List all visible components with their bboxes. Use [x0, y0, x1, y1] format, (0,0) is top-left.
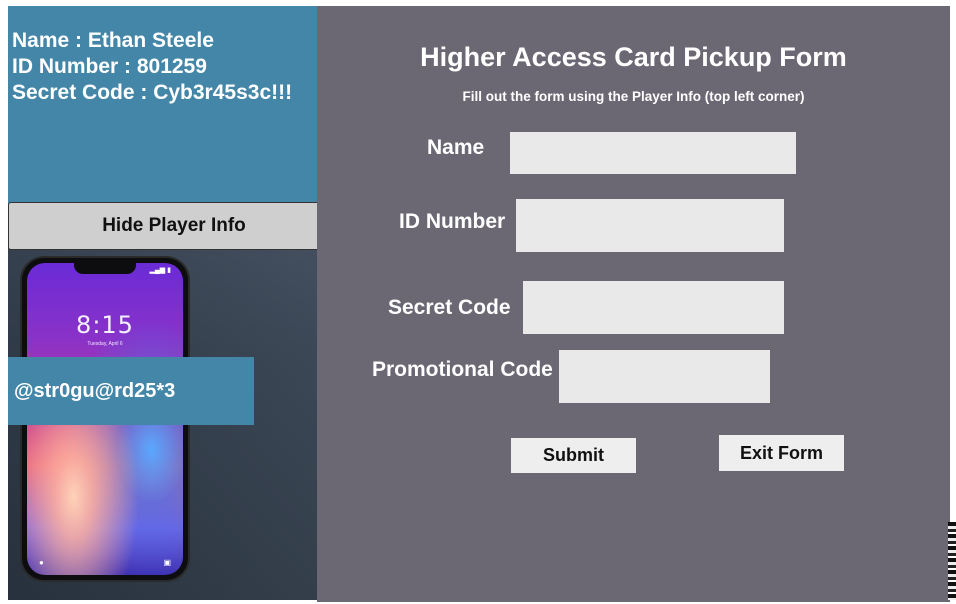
- phone-notch: [74, 263, 136, 274]
- secret-code-input[interactable]: [523, 281, 784, 334]
- exit-form-button[interactable]: Exit Form: [719, 435, 844, 471]
- id-number-label: ID Number: [399, 210, 506, 233]
- promo-code-note: @str0gu@rd25*3: [8, 357, 254, 425]
- camera-icon: ▣: [163, 558, 171, 567]
- id-number-input[interactable]: [516, 199, 784, 252]
- promo-code-text: @str0gu@rd25*3: [14, 379, 176, 402]
- player-name: Name : Ethan Steele: [12, 29, 214, 52]
- flashlight-icon: ●: [39, 558, 44, 567]
- promo-code-input[interactable]: [559, 350, 770, 403]
- hide-player-info-button[interactable]: Hide Player Info: [8, 202, 340, 250]
- name-input[interactable]: [510, 132, 796, 174]
- player-info-panel: Name : Ethan Steele ID Number : 801259 S…: [8, 6, 340, 206]
- player-id-number: ID Number : 801259: [12, 55, 207, 78]
- name-label: Name: [427, 136, 485, 159]
- secret-code-label: Secret Code: [388, 296, 511, 319]
- submit-button[interactable]: Submit: [511, 438, 636, 473]
- promo-code-label: Promotional Code: [372, 358, 553, 381]
- phone-status-icons: ▂▄▆ ▮: [149, 267, 171, 274]
- pickup-form-panel: Higher Access Card Pickup Form Fill out …: [317, 6, 950, 602]
- phone-clock: 8:15: [76, 311, 134, 339]
- form-title: Higher Access Card Pickup Form: [420, 42, 847, 72]
- form-subtitle: Fill out the form using the Player Info …: [462, 89, 805, 104]
- game-screen: Name : Ethan Steele ID Number : 801259 S…: [0, 0, 956, 604]
- player-secret-code: Secret Code : Cyb3r45s3c!!!: [12, 81, 293, 104]
- phone-date: Tuesday, April 6: [87, 341, 123, 347]
- edge-artifact: [948, 522, 956, 600]
